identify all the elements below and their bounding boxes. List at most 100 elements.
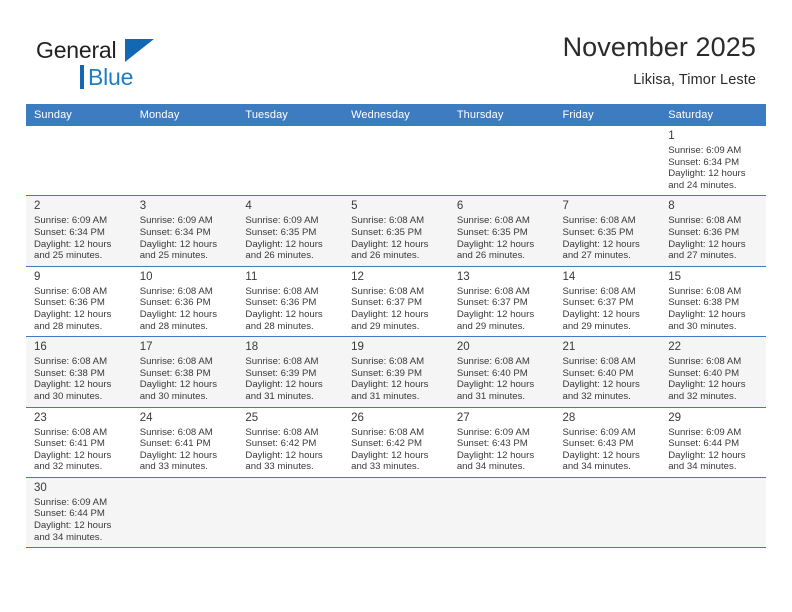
day-number: 18 — [245, 341, 259, 354]
weekday-header-friday: Friday — [554, 104, 661, 126]
day-details: Sunrise: 6:08 AM Sunset: 6:35 PM Daylight:… — [563, 215, 655, 261]
daylight-text-line2: and 25 minutes. — [34, 250, 103, 262]
sunrise-text: Sunrise: 6:08 AM — [351, 426, 425, 438]
calendar-day-cell[interactable]: 25 Sunrise: 6:08 AM Sunset: 6:42 PM Dayligh… — [237, 407, 344, 478]
sunrise-text: Sunrise: 6:08 AM — [456, 285, 530, 297]
sunset-text: Sunset: 6:43 PM — [562, 438, 634, 450]
day-cell-content: 6 Sunrise: 6:08 AM Sunset: 6:35 PM Daylight… — [449, 196, 555, 265]
daylight-text-line1: Daylight: 12 hours — [668, 449, 746, 461]
sunset-text: Sunset: 6:34 PM — [139, 226, 211, 238]
sunrise-text: Sunrise: 6:08 AM — [245, 285, 319, 297]
sunrise-text: Sunrise: 6:08 AM — [668, 356, 742, 368]
sunrise-text: Sunrise: 6:08 AM — [139, 426, 213, 438]
sunrise-text: Sunrise: 6:09 AM — [456, 426, 530, 438]
day-number: 30 — [34, 481, 47, 494]
daylight-text-line1: Daylight: 12 hours — [34, 449, 112, 461]
day-details: Sunrise: 6:08 AM Sunset: 6:40 PM Daylight:… — [457, 356, 549, 402]
day-cell-content — [132, 126, 238, 195]
calendar-week-row: 2 Sunrise: 6:09 AM Sunset: 6:34 PM Daylight… — [26, 195, 766, 267]
calendar-empty-cell — [554, 126, 661, 197]
day-details: Sunrise: 6:08 AM Sunset: 6:38 PM Daylight:… — [140, 356, 232, 402]
day-cell-content: 8 Sunrise: 6:08 AM Sunset: 6:36 PM Daylight… — [660, 196, 766, 265]
day-number: 14 — [562, 270, 576, 283]
sunset-text: Sunset: 6:35 PM — [245, 226, 317, 238]
day-details: Sunrise: 6:08 AM Sunset: 6:42 PM Daylight:… — [351, 427, 443, 473]
day-number: 23 — [34, 411, 47, 424]
calendar-day-cell[interactable]: 9 Sunrise: 6:08 AM Sunset: 6:36 PM Daylight… — [26, 266, 132, 338]
calendar-day-cell[interactable]: 16 Sunrise: 6:08 AM Sunset: 6:38 PM Dayligh… — [26, 336, 132, 408]
calendar-day-cell[interactable]: 24 Sunrise: 6:08 AM Sunset: 6:41 PM Dayligh… — [131, 407, 238, 478]
calendar-day-cell[interactable]: 11 Sunrise: 6:08 AM Sunset: 6:36 PM Dayligh… — [237, 266, 344, 338]
logo-accent-bar-icon — [80, 65, 84, 89]
sunset-text: Sunset: 6:38 PM — [34, 367, 105, 379]
sunset-text: Sunset: 6:36 PM — [139, 297, 211, 309]
sunrise-text: Sunrise: 6:08 AM — [562, 215, 636, 227]
sunrise-text: Sunrise: 6:08 AM — [351, 356, 425, 368]
sunset-text: Sunset: 6:40 PM — [562, 367, 634, 379]
day-number: 25 — [245, 411, 259, 424]
sunset-text: Sunset: 6:35 PM — [562, 226, 634, 238]
calendar-day-cell[interactable]: 4 Sunrise: 6:09 AM Sunset: 6:35 PM Daylight… — [237, 195, 344, 267]
day-number: 22 — [668, 341, 682, 354]
calendar-day-cell[interactable]: 12 Sunrise: 6:08 AM Sunset: 6:37 PM Dayligh… — [343, 266, 449, 338]
day-details: Sunrise: 6:09 AM Sunset: 6:44 PM Daylight:… — [34, 497, 126, 543]
day-cell-content — [449, 126, 555, 195]
sunrise-text: Sunrise: 6:08 AM — [562, 356, 636, 368]
daylight-text-line2: and 32 minutes. — [668, 390, 737, 402]
daylight-text-line2: and 30 minutes. — [34, 390, 103, 402]
day-number: 3 — [139, 200, 147, 213]
day-details: Sunrise: 6:09 AM Sunset: 6:44 PM Daylight:… — [668, 427, 760, 473]
calendar-day-cell[interactable]: 18 Sunrise: 6:08 AM Sunset: 6:39 PM Dayligh… — [237, 336, 344, 408]
calendar-day-cell[interactable]: 20 Sunrise: 6:08 AM Sunset: 6:40 PM Dayligh… — [448, 336, 555, 408]
calendar-day-cell[interactable]: 21 Sunrise: 6:08 AM Sunset: 6:40 PM Dayligh… — [554, 336, 661, 408]
day-details: Sunrise: 6:08 AM Sunset: 6:40 PM Daylight:… — [668, 356, 760, 402]
calendar-day-cell[interactable]: 3 Sunrise: 6:09 AM Sunset: 6:34 PM Daylight… — [131, 195, 238, 267]
calendar-day-cell[interactable]: 30 Sunrise: 6:09 AM Sunset: 6:44 PM Dayligh… — [26, 477, 132, 549]
weekday-header-thursday: Thursday — [448, 104, 555, 126]
calendar-day-cell[interactable]: 26 Sunrise: 6:08 AM Sunset: 6:42 PM Dayligh… — [343, 407, 449, 478]
calendar-table: Sunday Monday Tuesday Wednesday Thursday… — [26, 104, 766, 549]
day-number: 8 — [668, 200, 675, 213]
day-details: Sunrise: 6:08 AM Sunset: 6:35 PM Daylight:… — [351, 215, 443, 261]
daylight-text-line2: and 26 minutes. — [245, 250, 314, 262]
daylight-text-line1: Daylight: 12 hours — [139, 308, 218, 320]
day-details: Sunrise: 6:09 AM Sunset: 6:35 PM Daylight:… — [245, 215, 337, 261]
calendar-day-cell[interactable]: 29 Sunrise: 6:09 AM Sunset: 6:44 PM Dayligh… — [660, 407, 766, 478]
day-details: Sunrise: 6:08 AM Sunset: 6:35 PM Daylight:… — [457, 215, 549, 261]
calendar-day-cell[interactable]: 14 Sunrise: 6:08 AM Sunset: 6:37 PM Dayligh… — [554, 266, 661, 338]
calendar-day-cell[interactable]: 1 Sunrise: 6:09 AM Sunset: 6:34 PM Daylight… — [660, 126, 766, 197]
sunset-text: Sunset: 6:35 PM — [351, 226, 423, 238]
day-cell-content — [237, 478, 343, 547]
day-number: 10 — [139, 270, 153, 283]
calendar-day-cell[interactable]: 6 Sunrise: 6:08 AM Sunset: 6:35 PM Daylight… — [448, 195, 555, 267]
calendar-day-cell[interactable]: 28 Sunrise: 6:09 AM Sunset: 6:43 PM Dayligh… — [554, 407, 661, 478]
general-blue-logo[interactable]: General Blue — [36, 38, 236, 90]
calendar-day-cell[interactable]: 22 Sunrise: 6:08 AM Sunset: 6:40 PM Dayligh… — [660, 336, 766, 408]
calendar-day-cell[interactable]: 13 Sunrise: 6:08 AM Sunset: 6:37 PM Dayligh… — [448, 266, 555, 338]
calendar-day-cell[interactable]: 10 Sunrise: 6:08 AM Sunset: 6:36 PM Dayligh… — [131, 266, 238, 338]
sunset-text: Sunset: 6:36 PM — [34, 297, 105, 309]
sunrise-text: Sunrise: 6:08 AM — [245, 356, 319, 368]
daylight-text-line1: Daylight: 12 hours — [456, 308, 535, 320]
calendar-day-cell[interactable]: 17 Sunrise: 6:08 AM Sunset: 6:38 PM Dayligh… — [131, 336, 238, 408]
sunset-text: Sunset: 6:34 PM — [668, 156, 740, 168]
sunset-text: Sunset: 6:42 PM — [245, 438, 317, 450]
calendar-day-cell[interactable]: 27 Sunrise: 6:09 AM Sunset: 6:43 PM Dayligh… — [448, 407, 555, 478]
sunrise-text: Sunrise: 6:08 AM — [139, 285, 213, 297]
calendar-day-cell[interactable]: 8 Sunrise: 6:08 AM Sunset: 6:36 PM Daylight… — [660, 195, 766, 267]
calendar-day-cell[interactable]: 5 Sunrise: 6:08 AM Sunset: 6:35 PM Daylight… — [343, 195, 449, 267]
calendar-day-cell[interactable]: 2 Sunrise: 6:09 AM Sunset: 6:34 PM Daylight… — [26, 195, 132, 267]
daylight-text-line1: Daylight: 12 hours — [34, 238, 112, 250]
calendar-day-cell[interactable]: 23 Sunrise: 6:08 AM Sunset: 6:41 PM Dayligh… — [26, 407, 132, 478]
day-cell-content: 7 Sunrise: 6:08 AM Sunset: 6:35 PM Daylight… — [555, 196, 661, 265]
calendar-day-cell[interactable]: 7 Sunrise: 6:08 AM Sunset: 6:35 PM Daylight… — [554, 195, 661, 267]
daylight-text-line1: Daylight: 12 hours — [34, 520, 112, 532]
day-number: 24 — [139, 411, 153, 424]
daylight-text-line1: Daylight: 12 hours — [34, 308, 112, 320]
sunset-text: Sunset: 6:38 PM — [668, 297, 740, 309]
calendar-day-cell[interactable]: 19 Sunrise: 6:08 AM Sunset: 6:39 PM Dayligh… — [343, 336, 449, 408]
day-number: 20 — [456, 341, 470, 354]
daylight-text-line1: Daylight: 12 hours — [668, 238, 746, 250]
daylight-text-line2: and 30 minutes. — [139, 390, 208, 402]
calendar-day-cell[interactable]: 15 Sunrise: 6:08 AM Sunset: 6:38 PM Dayligh… — [660, 266, 766, 338]
